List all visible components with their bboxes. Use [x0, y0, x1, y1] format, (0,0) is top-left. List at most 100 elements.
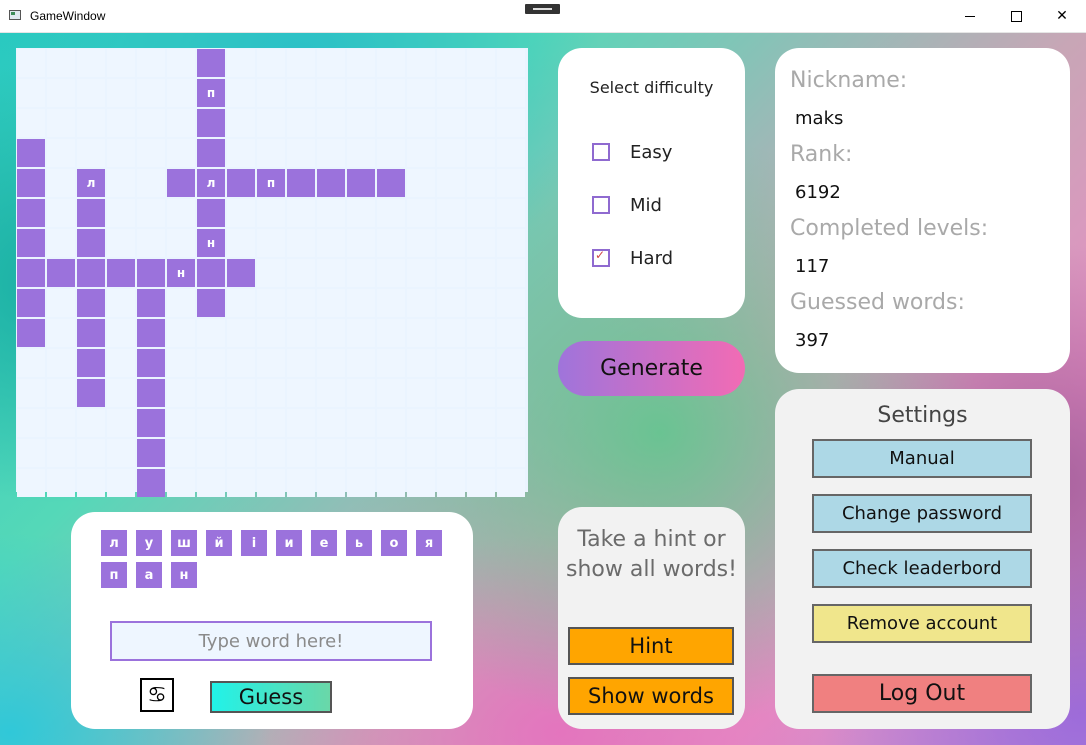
word-input[interactable]: [110, 621, 432, 661]
close-button[interactable]: ✕: [1039, 0, 1085, 32]
crossword-cell-empty: [287, 139, 315, 167]
crossword-cell-empty: [107, 49, 135, 77]
crossword-cell-empty: [47, 229, 75, 257]
drag-grip-icon[interactable]: [525, 4, 560, 14]
crossword-cell-filled: [377, 169, 405, 197]
crossword-cell-empty: [377, 439, 405, 467]
letter-tile[interactable]: і: [241, 530, 267, 556]
crossword-cell-empty: [407, 79, 435, 107]
crossword-cell-empty: [317, 469, 345, 497]
crossword-cell-empty: [47, 319, 75, 347]
crossword-cell-empty: [377, 289, 405, 317]
crossword-cell-empty: [17, 469, 45, 497]
crossword-cell-empty: [317, 349, 345, 377]
crossword-cell-empty: [437, 49, 465, 77]
crossword-cell-empty: [227, 109, 255, 137]
mid-checkbox[interactable]: [592, 196, 610, 214]
difficulty-option-hard[interactable]: Hard: [592, 247, 673, 269]
crossword-cell-filled: н: [197, 229, 225, 257]
letter-tile[interactable]: н: [171, 562, 197, 588]
crossword-cell-empty: [167, 79, 195, 107]
crossword-cell-empty: [467, 109, 495, 137]
crossword-cell-empty: [407, 139, 435, 167]
letter-tile[interactable]: я: [416, 530, 442, 556]
crossword-cell-empty: [497, 229, 525, 257]
manual-button[interactable]: Manual: [812, 439, 1032, 478]
maximize-button[interactable]: [993, 0, 1039, 32]
crossword-cell-empty: [287, 49, 315, 77]
letter-tile[interactable]: п: [101, 562, 127, 588]
difficulty-option-easy[interactable]: Easy: [592, 141, 672, 163]
easy-checkbox[interactable]: [592, 143, 610, 161]
crossword-cell-empty: [167, 109, 195, 137]
remove-account-button[interactable]: Remove account: [812, 604, 1032, 643]
hint-button[interactable]: Hint: [568, 627, 734, 665]
profile-panel: Nickname: maks Rank: 6192 Completed leve…: [775, 48, 1070, 373]
minimize-button[interactable]: [947, 0, 993, 32]
crossword-cell-empty: [377, 109, 405, 137]
letter-tile[interactable]: у: [136, 530, 162, 556]
crossword-cell-empty: [347, 289, 375, 317]
crossword-cell-empty: [437, 439, 465, 467]
generate-button[interactable]: Generate: [558, 341, 745, 396]
letter-tile[interactable]: ш: [171, 530, 197, 556]
crossword-cell-empty: [317, 379, 345, 407]
crossword-cell-empty: [497, 49, 525, 77]
crossword-cell-empty: [47, 409, 75, 437]
crossword-cell-empty: [437, 139, 465, 167]
hard-checkbox[interactable]: [592, 248, 610, 267]
crossword-cell-empty: [377, 79, 405, 107]
crossword-cell-empty: [287, 379, 315, 407]
letter-tile[interactable]: е: [311, 530, 337, 556]
crossword-cell-empty: [107, 379, 135, 407]
shuffle-button[interactable]: ♋: [140, 678, 174, 712]
crossword-cell-empty: [197, 379, 225, 407]
guessed-words-value: 397: [795, 330, 830, 351]
crossword-cell-filled: [137, 319, 165, 347]
crossword-cell-filled: [197, 109, 225, 137]
crossword-cell-empty: [77, 469, 105, 497]
crossword-cell-empty: [377, 349, 405, 377]
crossword-cell-empty: [287, 439, 315, 467]
change-password-button[interactable]: Change password: [812, 494, 1032, 533]
crossword-cell-filled: [137, 439, 165, 467]
letter-tile[interactable]: о: [381, 530, 407, 556]
letter-tile[interactable]: ь: [346, 530, 372, 556]
settings-panel: Settings Manual Change password Check le…: [775, 389, 1070, 729]
letter-tile[interactable]: и: [276, 530, 302, 556]
crossword-cell-empty: [167, 379, 195, 407]
crossword-cell-filled: [227, 169, 255, 197]
crossword-cell-empty: [227, 199, 255, 227]
crossword-cell-filled: [197, 139, 225, 167]
crossword-cell-empty: [467, 469, 495, 497]
guess-button[interactable]: Guess: [210, 681, 332, 713]
crossword-cell-empty: [407, 229, 435, 257]
crossword-cell-empty: [467, 409, 495, 437]
crossword-cell-filled: [77, 199, 105, 227]
difficulty-option-mid[interactable]: Mid: [592, 194, 662, 216]
letter-tile[interactable]: л: [101, 530, 127, 556]
crossword-cell-empty: [377, 379, 405, 407]
crossword-cell-empty: [227, 79, 255, 107]
letter-tile[interactable]: а: [136, 562, 162, 588]
crossword-cell-empty: [17, 49, 45, 77]
letter-tile[interactable]: й: [206, 530, 232, 556]
crossword-cell-empty: [107, 109, 135, 137]
crossword-cell-empty: [407, 289, 435, 317]
guessed-words-label: Guessed words:: [790, 290, 965, 315]
crossword-cell-empty: [437, 469, 465, 497]
crossword-cell-empty: [167, 139, 195, 167]
logout-button[interactable]: Log Out: [812, 674, 1032, 713]
crossword-cell-filled: [47, 259, 75, 287]
crossword-cell-filled: [17, 289, 45, 317]
crossword-cell-empty: [437, 349, 465, 377]
easy-label: Easy: [630, 141, 673, 163]
crossword-cell-empty: [497, 259, 525, 287]
crossword-cell-empty: [47, 139, 75, 167]
crossword-cell-empty: [17, 349, 45, 377]
crossword-cell-empty: [497, 289, 525, 317]
show-words-button[interactable]: Show words: [568, 677, 734, 715]
crossword-cell-empty: [257, 139, 285, 167]
leaderboard-button[interactable]: Check leaderbord: [812, 549, 1032, 588]
rank-label: Rank:: [790, 142, 853, 167]
